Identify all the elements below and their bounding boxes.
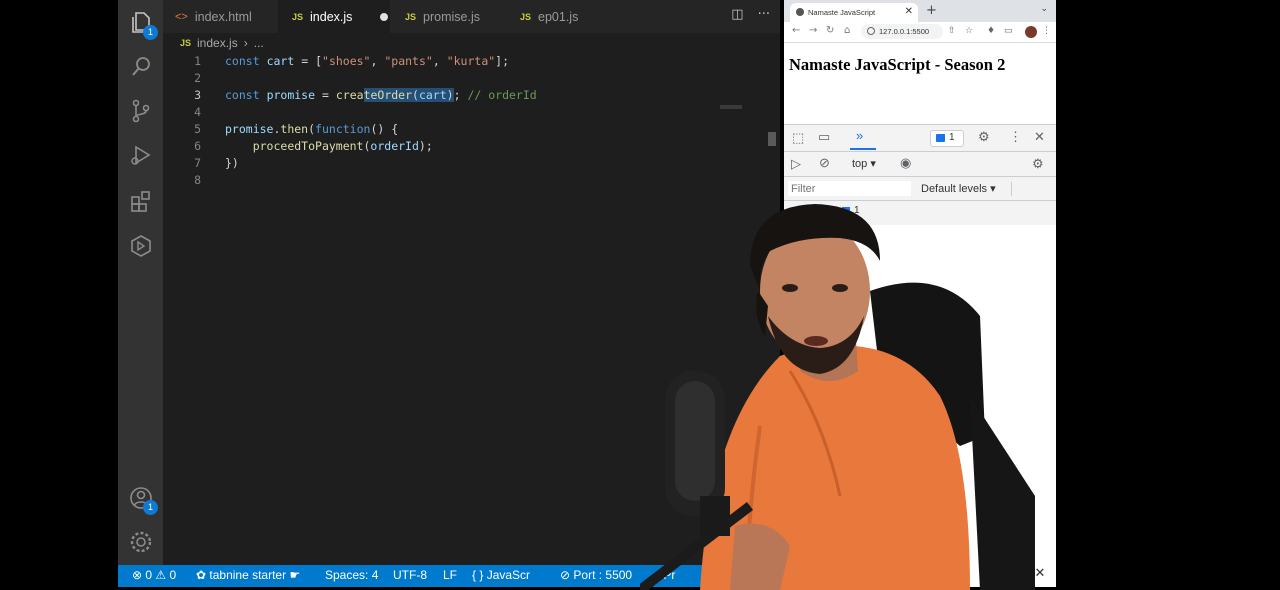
html-file-icon: <> bbox=[175, 10, 188, 23]
line-number: 1 bbox=[194, 54, 201, 68]
line-number: 8 bbox=[194, 173, 201, 187]
code-line-1: const cart = ["shoes", "pants", "kurta"]… bbox=[225, 54, 510, 68]
line-number: 2 bbox=[194, 71, 201, 85]
accounts-icon[interactable]: 1 bbox=[127, 484, 158, 515]
tab-ep01-js[interactable]: JS ep01.js bbox=[508, 0, 613, 33]
search-icon[interactable] bbox=[127, 53, 155, 81]
home-icon[interactable]: ⌂ bbox=[844, 25, 850, 36]
close-tab-icon[interactable]: ✕ bbox=[905, 6, 913, 17]
explorer-badge: 1 bbox=[143, 25, 158, 40]
close-devtools-icon[interactable]: ✕ bbox=[1034, 129, 1045, 145]
editor-actions: ◫ ··· bbox=[731, 7, 770, 22]
tabnine-status[interactable]: ✿ tabnine starter ☛ bbox=[196, 568, 300, 582]
js-file-icon: JS bbox=[520, 11, 532, 22]
line-number: 7 bbox=[194, 156, 201, 170]
encoding-status[interactable]: UTF-8 bbox=[393, 568, 427, 582]
accounts-badge: 1 bbox=[143, 500, 158, 515]
chevron-down-icon[interactable]: ⌄ bbox=[1040, 4, 1048, 14]
console-toolbar: ▷ ⊘ top ▾ ◉ ⚙ bbox=[784, 152, 1056, 177]
explorer-icon[interactable]: 1 bbox=[127, 9, 158, 40]
console-settings-gear-icon[interactable]: ⚙ bbox=[1032, 156, 1044, 172]
star-icon[interactable]: ☆ bbox=[965, 26, 973, 36]
unsaved-dot-icon[interactable] bbox=[380, 12, 389, 21]
more-actions-icon[interactable]: ··· bbox=[758, 7, 770, 22]
editor-tabbar: <> index.html JS index.js JS promise.js … bbox=[163, 0, 780, 33]
kebab-menu-icon[interactable]: ⋮ bbox=[1009, 129, 1022, 145]
tab-label: index.html bbox=[194, 9, 252, 24]
code-line-3: const promise = createOrder(cart); // or… bbox=[225, 88, 537, 102]
webcam-overlay bbox=[640, 196, 1040, 590]
split-editor-icon[interactable]: ◫ bbox=[731, 7, 743, 22]
browser-tab[interactable]: Namaste JavaScript ✕ bbox=[790, 3, 918, 22]
kebab-menu-icon[interactable]: ⋮ bbox=[1042, 26, 1051, 36]
message-icon bbox=[936, 134, 945, 142]
clear-console-icon[interactable]: ⊘ bbox=[819, 155, 830, 171]
breadcrumb-more[interactable]: ... bbox=[254, 36, 264, 50]
reload-icon[interactable]: ↻ bbox=[826, 25, 834, 36]
language-status[interactable]: { } JavaScr bbox=[472, 568, 530, 582]
page-title: Namaste JavaScript - Season 2 bbox=[789, 55, 1006, 74]
indentation-status[interactable]: Spaces: 4 bbox=[325, 568, 378, 582]
divider bbox=[1011, 182, 1012, 196]
filter-input[interactable] bbox=[788, 181, 911, 196]
url-text: 127.0.0.1:5500 bbox=[879, 27, 930, 36]
device-toggle-icon[interactable]: ▭ bbox=[818, 129, 830, 145]
tab-label: ep01.js bbox=[538, 9, 579, 24]
code-line-7: }) bbox=[225, 156, 239, 170]
share-icon[interactable]: ⇧ bbox=[948, 26, 956, 36]
code-line-6: proceedToPayment(orderId); bbox=[252, 139, 433, 153]
chevron-right-icon: › bbox=[243, 36, 248, 50]
extensions-puzzle-icon[interactable]: ♦ bbox=[987, 26, 995, 36]
line-number: 6 bbox=[194, 139, 201, 153]
presenter-video bbox=[640, 204, 1035, 590]
source-control-icon[interactable] bbox=[127, 97, 155, 125]
js-file-icon: JS bbox=[292, 11, 304, 22]
live-server-status[interactable]: ⊘ Port : 5500 bbox=[560, 568, 632, 582]
code-line-5: promise.then(function() { bbox=[225, 122, 399, 136]
tab-promise-js[interactable]: JS promise.js bbox=[393, 0, 505, 33]
new-tab-icon[interactable]: + bbox=[926, 3, 937, 18]
more-tabs-icon[interactable]: » bbox=[856, 128, 863, 143]
sidebar-icon[interactable]: ▭ bbox=[1004, 26, 1013, 36]
tab-index-js[interactable]: JS index.js bbox=[278, 0, 390, 33]
eye-icon[interactable]: ◉ bbox=[900, 155, 911, 171]
context-select[interactable]: top ▾ bbox=[852, 157, 876, 170]
globe-icon bbox=[796, 8, 804, 16]
sidebar-toggle-icon[interactable]: ▷ bbox=[791, 156, 801, 172]
eol-status[interactable]: LF bbox=[443, 568, 457, 582]
run-debug-icon[interactable] bbox=[127, 141, 155, 169]
js-file-icon: JS bbox=[180, 38, 192, 48]
line-number: 3 bbox=[194, 88, 201, 102]
tab-label: promise.js bbox=[423, 9, 480, 24]
close-icon[interactable]: ✕ bbox=[1032, 566, 1048, 582]
js-file-icon: JS bbox=[405, 11, 417, 22]
extensions-icon[interactable] bbox=[127, 187, 155, 215]
back-arrow-icon[interactable]: ← bbox=[792, 25, 800, 36]
vertical-scrollbar[interactable] bbox=[768, 132, 776, 146]
browser-tab-title: Namaste JavaScript bbox=[808, 8, 876, 17]
tab-label: index.js bbox=[310, 9, 353, 24]
forward-arrow-icon[interactable]: → bbox=[809, 25, 817, 36]
log-levels-select[interactable]: Default levels ▾ bbox=[921, 182, 996, 195]
breadcrumb-file[interactable]: index.js bbox=[197, 36, 238, 50]
activity-bar: 1 1 bbox=[118, 0, 163, 565]
gear-icon[interactable] bbox=[127, 528, 155, 556]
problems-status[interactable]: ⊗ 0 ⚠ 0 bbox=[132, 568, 176, 582]
line-number: 5 bbox=[194, 122, 201, 136]
tab-index-html[interactable]: <> index.html bbox=[163, 0, 275, 33]
breadcrumb: JS index.js › ... bbox=[180, 34, 264, 52]
settings-gear-icon[interactable]: ⚙ bbox=[978, 129, 990, 145]
minimap[interactable] bbox=[720, 105, 742, 109]
profile-avatar[interactable] bbox=[1025, 26, 1037, 38]
inspect-element-icon[interactable]: ⬚ bbox=[792, 130, 804, 146]
info-icon bbox=[867, 27, 875, 35]
browser-toolbar: ← → ↻ ⌂ 127.0.0.1:5500 ⇧ ☆ ♦ ▭ ⋮ bbox=[784, 22, 1056, 43]
active-tab-indicator bbox=[850, 148, 876, 150]
address-bar[interactable]: 127.0.0.1:5500 bbox=[861, 24, 943, 39]
issues-counter[interactable]: 1 bbox=[930, 130, 964, 147]
devtools-main-toolbar: ⬚ ▭ » 1 ⚙ ⋮ ✕ bbox=[784, 125, 1056, 152]
browser-tabstrip: Namaste JavaScript ✕ + ⌄ bbox=[784, 0, 1056, 22]
remote-explorer-icon[interactable] bbox=[127, 232, 155, 260]
line-number: 4 bbox=[194, 105, 201, 119]
